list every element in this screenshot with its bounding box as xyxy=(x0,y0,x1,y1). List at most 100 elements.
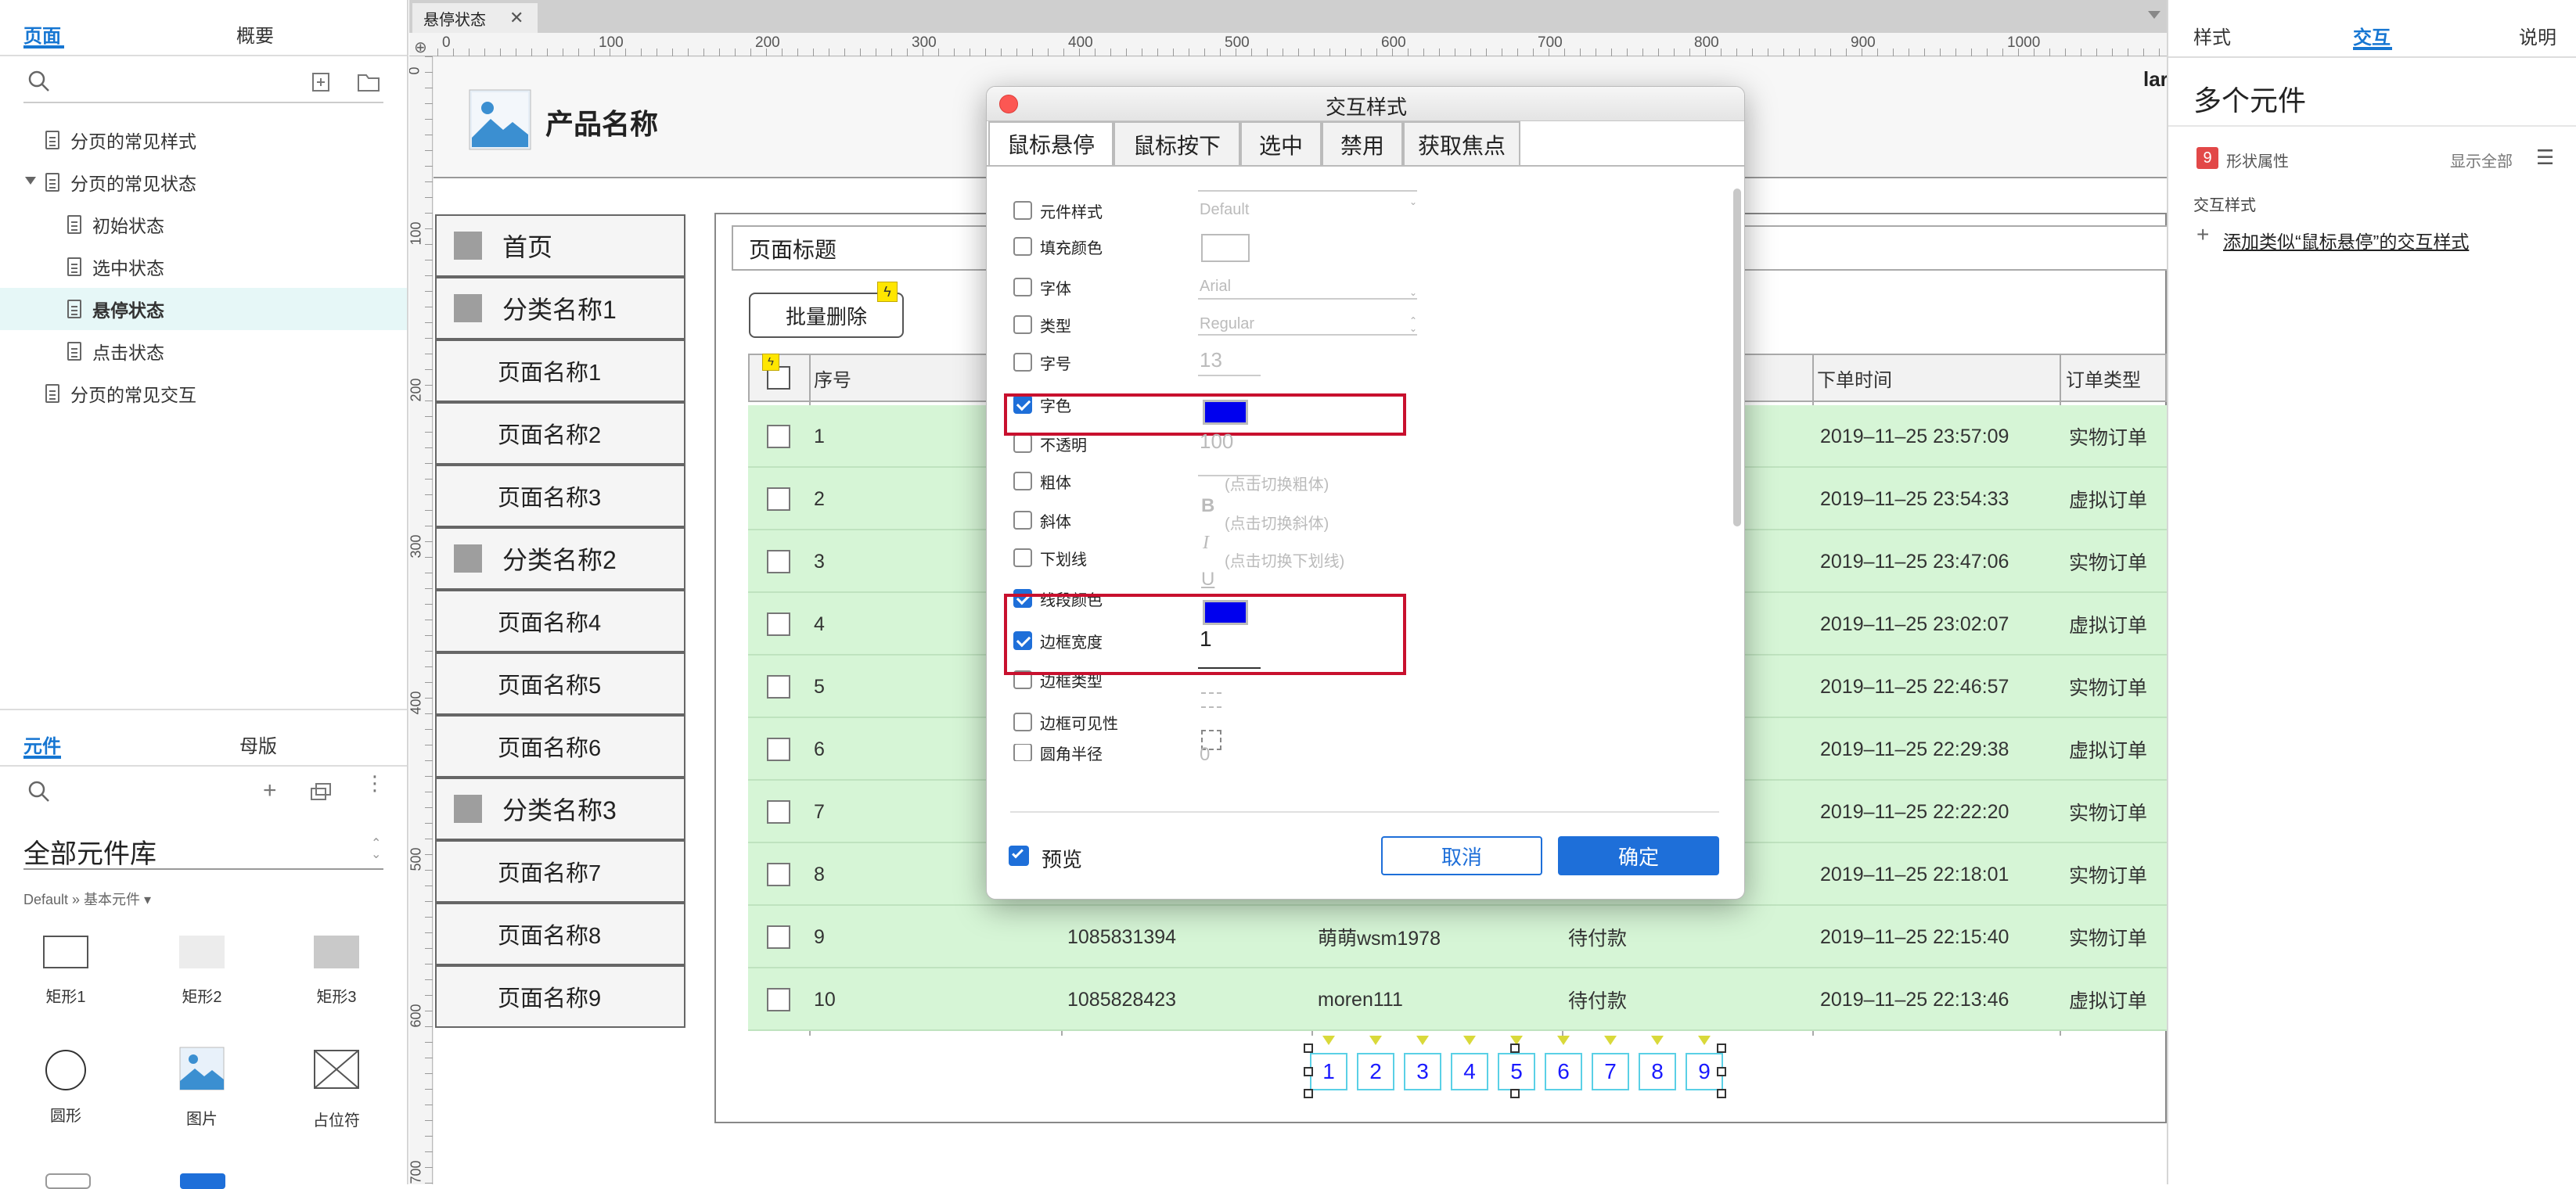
widget-rect1[interactable]: 矩形1 xyxy=(19,936,113,1007)
tab-pages[interactable]: 页面 xyxy=(23,20,61,48)
page-button[interactable]: 3 xyxy=(1404,1053,1441,1090)
prop-checkbox[interactable] xyxy=(1013,548,1032,567)
widget-rect2[interactable]: 矩形2 xyxy=(155,936,249,1007)
selection-handle[interactable] xyxy=(1717,1089,1726,1098)
page-button[interactable]: 8 xyxy=(1639,1053,1676,1090)
ok-button[interactable]: 确定 xyxy=(1558,836,1719,875)
style-prop[interactable]: 下划线 xyxy=(1013,542,1087,573)
prop-value[interactable]: 1 xyxy=(1200,627,1212,652)
nav-home[interactable]: 首页 xyxy=(435,214,685,277)
table-row[interactable]: 9 1085831394 萌萌wsm1978 待付款 2019–11–25 22:15:… xyxy=(748,906,2167,968)
style-prop[interactable]: 斜体 xyxy=(1013,505,1071,536)
widget-circle[interactable]: 圆形 xyxy=(19,1050,113,1126)
selection-handle[interactable] xyxy=(1717,1044,1726,1053)
page-button[interactable]: 1 xyxy=(1310,1053,1347,1090)
nav-page[interactable]: 页面名称6 xyxy=(435,715,685,778)
prop-checkbox[interactable] xyxy=(1013,434,1032,453)
page-item[interactable]: 点击状态 xyxy=(0,330,407,372)
nav-category[interactable]: 分类名称3 xyxy=(435,778,685,840)
nav-page[interactable]: 页面名称7 xyxy=(435,840,685,903)
selection-handle[interactable] xyxy=(1304,1089,1313,1098)
more-icon[interactable]: ⋮ xyxy=(365,773,385,793)
menu-icon[interactable]: ☰ xyxy=(2536,147,2554,167)
library-title[interactable]: 全部元件库 xyxy=(23,832,157,871)
border-type-icon[interactable] xyxy=(1201,692,1221,708)
prop-checkbox[interactable] xyxy=(1013,278,1032,296)
page-item[interactable]: 选中状态 xyxy=(0,246,407,288)
tab-style[interactable]: 样式 xyxy=(2193,22,2231,49)
row-checkbox[interactable] xyxy=(767,738,790,761)
style-prop[interactable]: 元件样式 xyxy=(1013,195,1103,226)
plus-icon[interactable]: + xyxy=(2196,222,2209,247)
tab-selected[interactable]: 选中 xyxy=(1240,121,1322,167)
page-item[interactable]: 初始状态 xyxy=(0,203,407,246)
tab-interaction[interactable]: 交互 xyxy=(2353,22,2391,49)
prop-checkbox[interactable] xyxy=(1013,511,1032,530)
prop-checkbox[interactable] xyxy=(1013,201,1032,220)
library-path[interactable]: Default » 基本元件 ▾ xyxy=(23,889,151,909)
selection-handle[interactable] xyxy=(1510,1089,1520,1098)
tab-mousedown[interactable]: 鼠标按下 xyxy=(1114,121,1240,167)
row-checkbox[interactable] xyxy=(767,425,790,448)
selection-handle[interactable] xyxy=(1717,1067,1726,1076)
selection-handle[interactable] xyxy=(1304,1067,1313,1076)
row-checkbox[interactable] xyxy=(767,925,790,949)
page-button[interactable]: 7 xyxy=(1592,1053,1629,1090)
row-checkbox[interactable] xyxy=(767,675,790,699)
prop-value[interactable]: 100 xyxy=(1200,429,1233,454)
tab-focus[interactable]: 获取焦点 xyxy=(1403,121,1520,167)
prop-checkbox[interactable] xyxy=(1013,315,1032,334)
row-checkbox[interactable] xyxy=(767,988,790,1011)
nav-page[interactable]: 页面名称8 xyxy=(435,903,685,965)
nav-category[interactable]: 分类名称2 xyxy=(435,527,685,590)
prop-checkbox[interactable] xyxy=(1013,353,1032,372)
prop-checkbox[interactable] xyxy=(1013,713,1032,731)
stepper-icon[interactable]: ⌃ ⌄ xyxy=(1409,316,1417,333)
tab-outline[interactable]: 概要 xyxy=(236,20,274,48)
tab-disabled[interactable]: 禁用 xyxy=(1322,121,1403,167)
page-folder[interactable]: 分页的常见状态 xyxy=(0,161,407,203)
style-prop[interactable]: 粗体 xyxy=(1013,465,1071,497)
prop-value[interactable]: Regular xyxy=(1200,315,1254,333)
widget-image[interactable]: 图片 xyxy=(155,1047,249,1129)
bold-icon[interactable]: B xyxy=(1201,495,1214,517)
widget-rect3[interactable]: 矩形3 xyxy=(290,936,383,1007)
prop-checkbox[interactable] xyxy=(1013,472,1032,490)
row-checkbox[interactable] xyxy=(767,550,790,573)
cancel-button[interactable]: 取消 xyxy=(1381,836,1542,875)
row-checkbox[interactable] xyxy=(767,800,790,824)
tab-hover[interactable]: 鼠标悬停 xyxy=(988,121,1114,167)
add-library-icon[interactable]: + xyxy=(263,778,277,804)
nav-page[interactable]: 页面名称9 xyxy=(435,965,685,1028)
select-arrows-icon[interactable]: ⌃ ⌄ xyxy=(371,838,381,861)
add-interaction-style-link[interactable]: 添加类似“鼠标悬停”的交互样式 xyxy=(2223,227,2469,253)
nav-category[interactable]: 分类名称1 xyxy=(435,277,685,339)
page-button[interactable]: 4 xyxy=(1451,1053,1488,1090)
tab-masters[interactable]: 母版 xyxy=(239,731,277,758)
library-manage-icon[interactable] xyxy=(310,782,333,801)
search-icon[interactable] xyxy=(27,779,52,804)
chevron-down-icon[interactable] xyxy=(2148,11,2160,19)
underline-icon[interactable]: U xyxy=(1201,569,1214,591)
style-prop[interactable]: 边框可见性 xyxy=(1013,706,1118,738)
prop-value[interactable]: 0 xyxy=(1200,744,1210,763)
chevron-down-icon[interactable] xyxy=(25,177,36,185)
add-page-icon[interactable] xyxy=(311,72,332,92)
prop-checkbox[interactable] xyxy=(1013,237,1032,256)
close-icon[interactable]: ✕ xyxy=(509,8,523,28)
style-prop[interactable]: 类型 xyxy=(1013,309,1071,340)
prop-value[interactable]: (点击切换斜体) xyxy=(1225,511,1329,533)
row-checkbox[interactable] xyxy=(767,487,790,511)
prop-value[interactable]: (点击切换粗体) xyxy=(1225,472,1329,494)
prop-value[interactable]: 13 xyxy=(1200,348,1222,372)
page-item[interactable]: 分页的常见交互 xyxy=(0,372,407,415)
row-checkbox[interactable] xyxy=(767,612,790,636)
preview-checkbox[interactable] xyxy=(1009,846,1029,866)
style-prop[interactable]: 字体 xyxy=(1013,271,1071,303)
search-icon[interactable] xyxy=(27,69,52,94)
fill-color-swatch[interactable] xyxy=(1201,234,1250,262)
page-button[interactable]: 6 xyxy=(1545,1053,1582,1090)
page-button[interactable]: 2 xyxy=(1357,1053,1394,1090)
style-prop[interactable]: 字号 xyxy=(1013,347,1071,378)
selection-handle[interactable] xyxy=(1510,1044,1520,1053)
